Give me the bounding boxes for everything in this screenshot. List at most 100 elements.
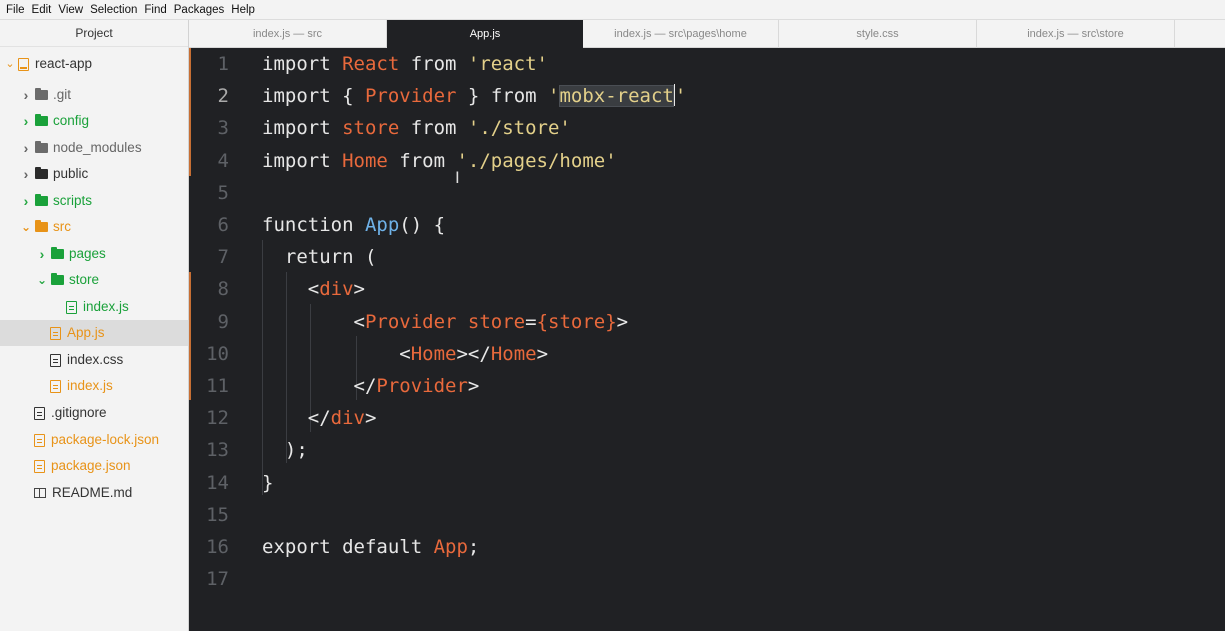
code-line[interactable]: 11 </Provider> bbox=[189, 370, 1225, 402]
line-number: 16 bbox=[206, 536, 229, 558]
menu-file[interactable]: File bbox=[4, 0, 30, 20]
code-token: </ bbox=[262, 407, 331, 430]
menu-packages[interactable]: Packages bbox=[172, 0, 230, 20]
folder-icon bbox=[51, 273, 64, 285]
tree-folder-node-modules[interactable]: › node_modules bbox=[20, 135, 142, 161]
menu-selection[interactable]: Selection bbox=[88, 0, 142, 20]
tab-bar: index.js — src App.js index.js — src\pages… bbox=[189, 20, 1225, 48]
tree-folder-config[interactable]: › config bbox=[20, 108, 89, 134]
chevron-down-icon[interactable]: ⌄ bbox=[4, 51, 16, 77]
code-token: Provider bbox=[376, 375, 468, 397]
code-token: from bbox=[387, 149, 457, 172]
menu-find[interactable]: Find bbox=[142, 0, 171, 20]
code-token: () { bbox=[399, 214, 446, 236]
tree-folder-pages[interactable]: › pages bbox=[36, 241, 106, 267]
code-token: } bbox=[262, 471, 274, 494]
file-text-icon bbox=[34, 433, 45, 447]
code-token: Provider bbox=[364, 310, 457, 333]
code-token: './store' bbox=[467, 117, 571, 140]
tree-file-package-lock-json[interactable]: package-lock.json bbox=[34, 427, 159, 453]
code-line[interactable]: 4 import Home from './pages/home' bbox=[189, 145, 1225, 177]
code-line[interactable]: 6 function App() { bbox=[189, 209, 1225, 241]
tab-app-js[interactable]: App.js bbox=[387, 20, 583, 48]
file-text-icon bbox=[50, 326, 61, 340]
tree-file-gitignore[interactable]: .gitignore bbox=[34, 400, 107, 426]
code-line[interactable]: 2 import { Provider } from 'mobx-react' bbox=[189, 80, 1225, 112]
tab-index-js-src-store[interactable]: index.js — src\store bbox=[977, 20, 1175, 48]
tab-style-css[interactable]: style.css bbox=[779, 20, 977, 48]
code-token: ' bbox=[548, 85, 560, 108]
line-number: 5 bbox=[217, 181, 229, 204]
code-line[interactable]: 1 import React from 'react' bbox=[189, 48, 1225, 80]
chevron-right-icon[interactable]: › bbox=[36, 241, 48, 267]
code-token: store bbox=[342, 117, 400, 140]
tree-folder-react-app[interactable]: ⌄ react-app bbox=[4, 51, 92, 77]
code-text: function App() { bbox=[262, 209, 445, 241]
code-token: > bbox=[353, 278, 365, 301]
file-text-icon bbox=[34, 406, 45, 420]
code-line[interactable]: 3 import store from './store' bbox=[189, 112, 1225, 144]
code-text: ); bbox=[262, 434, 308, 466]
folder-icon bbox=[35, 194, 48, 206]
code-line[interactable]: 15 bbox=[189, 499, 1225, 531]
code-token: from bbox=[399, 53, 468, 75]
folder-icon bbox=[35, 114, 48, 126]
code-token: ( bbox=[364, 246, 377, 269]
tree-item-label: .gitignore bbox=[51, 405, 107, 420]
line-number: 3 bbox=[217, 117, 229, 140]
menu-help[interactable]: Help bbox=[229, 0, 260, 20]
code-line[interactable]: 14} bbox=[189, 467, 1225, 499]
tree-item-label: src bbox=[53, 219, 71, 234]
code-text: <div> bbox=[262, 273, 365, 305]
code-token: > bbox=[364, 407, 377, 430]
menu-view[interactable]: View bbox=[56, 0, 88, 20]
tree-file-index-js[interactable]: index.js bbox=[66, 294, 129, 320]
selection-highlight: mobx-react bbox=[559, 85, 674, 108]
tree-folder-src[interactable]: ⌄ src bbox=[20, 214, 71, 240]
tree-file-package-json[interactable]: package.json bbox=[34, 453, 131, 479]
tree-item-label: index.js bbox=[83, 299, 129, 314]
chevron-right-icon[interactable]: › bbox=[20, 188, 32, 214]
tree-file-index-js[interactable]: index.js bbox=[50, 373, 113, 399]
code-line[interactable]: 5 bbox=[189, 177, 1225, 209]
code-line[interactable]: 7 return ( bbox=[189, 241, 1225, 273]
chevron-down-icon[interactable]: ⌄ bbox=[20, 214, 32, 240]
tree-folder-store[interactable]: ⌄ store bbox=[36, 267, 99, 293]
tree-folder-git[interactable]: › .git bbox=[20, 82, 71, 108]
menu-edit[interactable]: Edit bbox=[30, 0, 57, 20]
folder-icon bbox=[35, 88, 48, 100]
chevron-right-icon[interactable]: › bbox=[20, 108, 32, 134]
tree-item-label: store bbox=[69, 272, 100, 287]
line-number: 9 bbox=[217, 310, 229, 333]
code-line[interactable]: 10 <Home></Home> bbox=[189, 338, 1225, 370]
tree-file-app-js[interactable]: App.js bbox=[0, 320, 188, 346]
file-text-icon bbox=[50, 353, 61, 367]
tree-folder-public[interactable]: › public bbox=[20, 161, 89, 187]
code-line[interactable]: 12 </div> bbox=[189, 402, 1225, 434]
code-line[interactable]: 16 export default App; bbox=[189, 531, 1225, 563]
chevron-right-icon[interactable]: › bbox=[20, 161, 32, 187]
tree-item-label: scripts bbox=[53, 193, 93, 208]
code-line[interactable]: 8 <div> bbox=[189, 273, 1225, 305]
chevron-down-icon[interactable]: ⌄ bbox=[36, 267, 48, 293]
code-text: </div> bbox=[262, 402, 377, 434]
tree-file-readme-md[interactable]: README.md bbox=[34, 480, 132, 506]
tab-index-js-src-pages-home[interactable]: index.js — src\pages\home bbox=[583, 20, 779, 48]
code-text: import Home from './pages/home' bbox=[262, 145, 617, 177]
code-token: < bbox=[262, 278, 320, 301]
tree-item-label: package.json bbox=[51, 458, 131, 473]
code-line[interactable]: 13 ); bbox=[189, 434, 1225, 466]
code-editor[interactable]: I 1 import React from 'react' 2 import { Pr… bbox=[189, 48, 1225, 631]
chevron-right-icon[interactable]: › bbox=[20, 135, 32, 161]
code-token: < bbox=[262, 310, 365, 333]
line-number: 13 bbox=[206, 439, 229, 462]
chevron-right-icon[interactable]: › bbox=[20, 82, 32, 108]
line-number: 11 bbox=[206, 375, 229, 397]
tab-index-js-src[interactable]: index.js — src bbox=[189, 20, 387, 48]
code-line[interactable]: 17 bbox=[189, 563, 1225, 595]
line-number: 1 bbox=[217, 53, 229, 75]
code-line[interactable]: 9 <Provider store={store}> bbox=[189, 306, 1225, 338]
tree-file-index-css[interactable]: index.css bbox=[50, 347, 123, 373]
code-token: 'react' bbox=[467, 53, 548, 75]
tree-folder-scripts[interactable]: › scripts bbox=[20, 188, 92, 214]
